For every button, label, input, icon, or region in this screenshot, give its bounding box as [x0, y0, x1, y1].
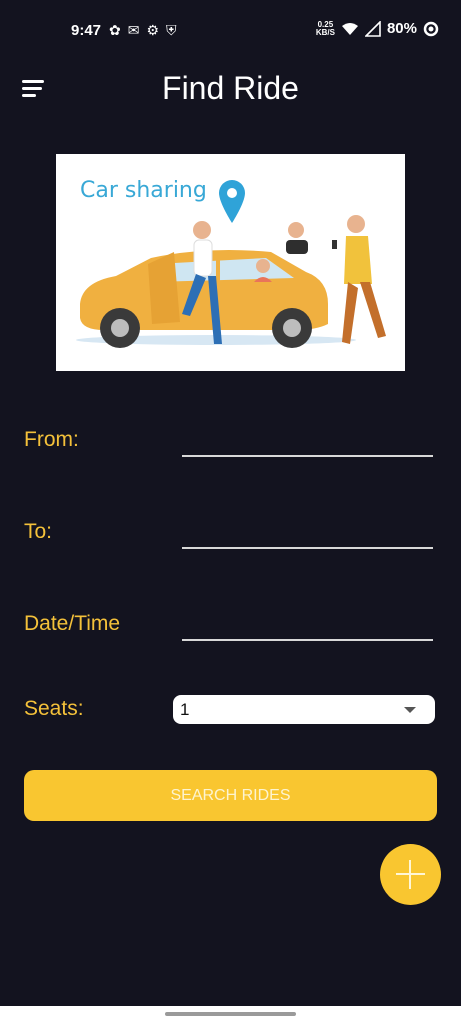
mail-app-icon: ✉: [127, 22, 140, 38]
signal-icon: [364, 20, 381, 37]
search-rides-button[interactable]: SEARCH RIDES: [24, 770, 437, 821]
datetime-label: Date/Time: [24, 612, 121, 635]
home-indicator[interactable]: [165, 1012, 296, 1016]
settings-gear-icon: ⚙: [146, 22, 160, 38]
seats-selected-value: 1: [180, 700, 190, 719]
dropdown-arrow-icon: [404, 707, 416, 713]
to-label: To:: [24, 520, 53, 543]
seats-dropdown[interactable]: 1: [173, 695, 435, 724]
page-title: Find Ride: [162, 70, 299, 106]
net-speed: 0.25 KB/S: [315, 20, 335, 37]
car-sharing-illustration: [76, 180, 386, 348]
status-bar: 9:47 ✿ ✉ ⚙ ⛨ 0.25 KB/S 80%: [0, 0, 461, 62]
leaf-app-icon: ✿: [109, 22, 121, 38]
shield-app-icon: ⛨: [166, 22, 177, 38]
battery-percent: 80%: [386, 20, 417, 37]
datetime-input[interactable]: [182, 639, 433, 641]
system-icons: 0.25 KB/S 80%: [316, 20, 439, 37]
status-time: 9:47: [71, 22, 102, 39]
net-speed-unit: KB/S: [315, 27, 335, 37]
plus-icon-vertical: [409, 860, 411, 889]
add-ride-fab[interactable]: [380, 844, 441, 905]
from-label: From:: [24, 428, 79, 451]
from-input[interactable]: [182, 455, 433, 457]
wifi-icon: [341, 22, 358, 35]
seats-label: Seats:: [24, 697, 84, 720]
notification-icons: ✿ ✉ ⚙ ⛨: [109, 22, 177, 39]
car-sharing-banner: Car sharing: [56, 154, 405, 371]
battery-ring-icon: [423, 21, 439, 36]
to-input[interactable]: [182, 547, 433, 549]
